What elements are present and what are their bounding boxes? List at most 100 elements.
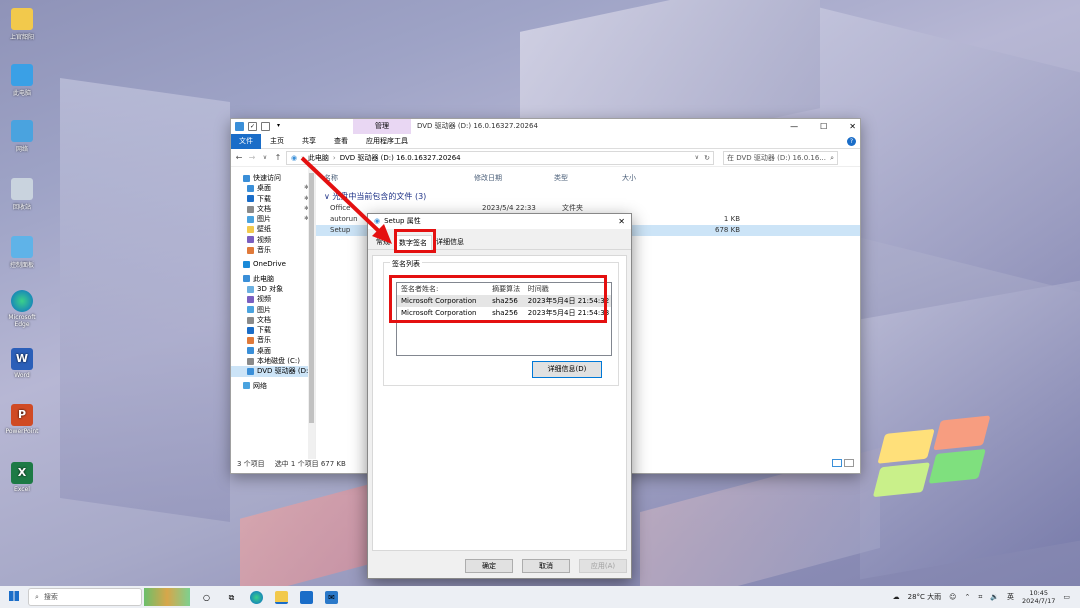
column-name[interactable]: 名称 (324, 171, 474, 185)
cancel-button[interactable]: 取消 (522, 559, 570, 573)
address-row: ← → ∨ ↑ ◉ › 此电脑 › DVD 驱动器 (D:) 16.0.1632… (231, 149, 860, 167)
chevron-up-icon[interactable]: ⌃ (964, 593, 970, 601)
forward-arrow-icon[interactable]: → (247, 153, 257, 162)
weather-text[interactable]: 28°C 大雨 (908, 592, 942, 602)
properties-icon[interactable]: ✓ (248, 122, 257, 131)
nav-item[interactable]: 下载 ✱ (231, 194, 315, 204)
tab-details[interactable]: 详细信息 (432, 235, 468, 249)
refresh-icon[interactable]: ↻ (704, 154, 710, 162)
tab-view[interactable]: 查看 (325, 134, 357, 149)
column-modified[interactable]: 修改日期 (474, 171, 554, 185)
desktop-icon-control-panel[interactable]: 控制面板 (4, 236, 40, 269)
details-button[interactable]: 详细信息(D) (532, 361, 602, 378)
help-icon[interactable]: ? (847, 136, 856, 146)
breadcrumb-dvd-drive[interactable]: DVD 驱动器 (D:) 16.0.16327.20264 (340, 153, 461, 163)
network-icon[interactable]: ⌗ (978, 593, 982, 602)
nav-item[interactable]: 图片 ✱ (231, 214, 315, 224)
nav-item[interactable]: 本地磁盘 (C:) (231, 356, 315, 366)
nav-item[interactable]: 壁纸 (231, 224, 315, 234)
nav-item[interactable]: 视频 (231, 235, 315, 245)
nav-item[interactable]: 图片 (231, 305, 315, 315)
address-bar[interactable]: ◉ › 此电脑 › DVD 驱动器 (D:) 16.0.16327.20264 … (286, 150, 714, 165)
setup-icon: ◉ (374, 217, 381, 225)
nav-item[interactable]: 此电脑 (231, 274, 315, 284)
nav-item-icon (247, 205, 254, 213)
desktop-icon-word[interactable]: W Word (4, 348, 40, 379)
nav-item[interactable]: 快速访问 (231, 173, 315, 183)
desktop-icon-network[interactable]: 网络 (4, 120, 40, 153)
nav-item-label: 桌面 (257, 346, 271, 355)
volume-icon[interactable]: 🔉 (990, 593, 999, 601)
close-icon[interactable]: ✕ (618, 214, 625, 229)
nav-item[interactable]: DVD 驱动器 (D:) (231, 366, 315, 377)
back-arrow-icon[interactable]: ← (234, 153, 244, 162)
desktop-icon-edge[interactable]: Microsoft Edge (4, 290, 40, 328)
search-highlight-widget[interactable] (144, 588, 190, 606)
store-icon[interactable] (300, 590, 313, 604)
column-size[interactable]: 大小 (622, 171, 662, 185)
nav-item[interactable]: 音乐 (231, 245, 315, 255)
tab-manage[interactable]: 管理 (353, 119, 411, 134)
desktop-icon-excel[interactable]: X Excel (4, 462, 40, 493)
large-icons-view-icon[interactable] (844, 459, 854, 467)
status-item-count: 3 个项目 (237, 460, 265, 468)
details-view-icon[interactable] (832, 459, 842, 467)
chevron-down-icon[interactable]: ▾ (274, 122, 283, 131)
tab-general[interactable]: 常规 (372, 235, 394, 249)
nav-item[interactable]: 下载 (231, 325, 315, 335)
notification-icon[interactable]: ▭ (1063, 593, 1070, 601)
tab-home[interactable]: 主页 (261, 134, 293, 149)
tab-app-tools[interactable]: 应用程序工具 (357, 134, 417, 149)
nav-item[interactable]: 文档 (231, 315, 315, 325)
task-view-icon[interactable]: ⧉ (225, 591, 238, 604)
nav-item-icon (247, 295, 254, 303)
people-icon[interactable]: ☺ (949, 593, 956, 601)
nav-item[interactable]: 视频 (231, 294, 315, 304)
mail-icon[interactable]: ✉ (325, 590, 338, 604)
tab-file[interactable]: 文件 (231, 133, 261, 149)
edge-taskbar-icon[interactable] (250, 590, 263, 604)
drive-icon: ◉ (291, 153, 298, 162)
nav-item-icon (247, 326, 254, 334)
start-button[interactable] (0, 591, 28, 603)
clock[interactable]: 10:45 2024/7/17 (1022, 589, 1055, 605)
maximize-icon[interactable]: ☐ (820, 119, 827, 134)
minimize-icon[interactable]: — (790, 119, 798, 134)
nav-item[interactable]: 网络 (231, 381, 315, 391)
title-bar: ✓ ▾ 管理 DVD 驱动器 (D:) 16.0.16327.20264 — ☐… (231, 119, 860, 134)
computer-icon (11, 64, 33, 86)
up-arrow-icon[interactable]: ↑ (273, 153, 283, 162)
chevron-down-icon[interactable]: ∨ (695, 154, 699, 161)
breadcrumb-this-pc[interactable]: 此电脑 (308, 153, 329, 163)
group-header[interactable]: ∨ 光盘中当前包含的文件 (3) (316, 191, 860, 203)
ime-indicator[interactable]: 英 (1007, 592, 1014, 602)
desktop-icon-this-pc[interactable]: 此电脑 (4, 64, 40, 97)
ok-button[interactable]: 确定 (465, 559, 513, 573)
column-headers: 名称 修改日期 类型 大小 (316, 171, 860, 185)
desktop-icon-recycle-bin[interactable]: 回收站 (4, 178, 40, 211)
nav-item[interactable]: 音乐 (231, 335, 315, 345)
close-icon[interactable]: ✕ (849, 119, 856, 134)
desktop-icon-powerpoint[interactable]: P PowerPoint (4, 404, 40, 435)
nav-item[interactable]: OneDrive (231, 259, 315, 269)
tab-share[interactable]: 共享 (293, 134, 325, 149)
taskbar: ⌕ 搜索 ○ ⧉ ✉ ☁ 28°C 大雨 ☺ ⌃ ⌗ 🔉 英 10:45 202… (0, 586, 1080, 608)
cortana-icon[interactable]: ○ (200, 591, 213, 604)
nav-item-icon (247, 246, 254, 254)
nav-item[interactable]: 文档 ✱ (231, 204, 315, 214)
taskbar-search-input[interactable]: ⌕ 搜索 (28, 588, 142, 606)
nav-item-label: 此电脑 (253, 274, 274, 283)
apply-button[interactable]: 应用(A) (579, 559, 627, 573)
nav-scrollbar[interactable] (308, 167, 315, 459)
column-type[interactable]: 类型 (554, 171, 622, 185)
nav-item[interactable]: 桌面 ✱ (231, 183, 315, 193)
file-explorer-taskbar-icon[interactable] (275, 590, 288, 604)
nav-item[interactable]: 3D 对象 (231, 284, 315, 294)
nav-item[interactable]: 桌面 (231, 346, 315, 356)
desktop-icon-user-folder[interactable]: 上官韶阳 (4, 8, 40, 41)
recent-chevron-icon[interactable]: ∨ (260, 154, 270, 161)
new-folder-icon[interactable] (261, 122, 270, 131)
search-input[interactable]: 在 DVD 驱动器 (D:) 16.0.16... ⌕ (723, 150, 838, 165)
window-title: DVD 驱动器 (D:) 16.0.16327.20264 (417, 122, 538, 130)
clock-time: 10:45 (1029, 589, 1049, 597)
